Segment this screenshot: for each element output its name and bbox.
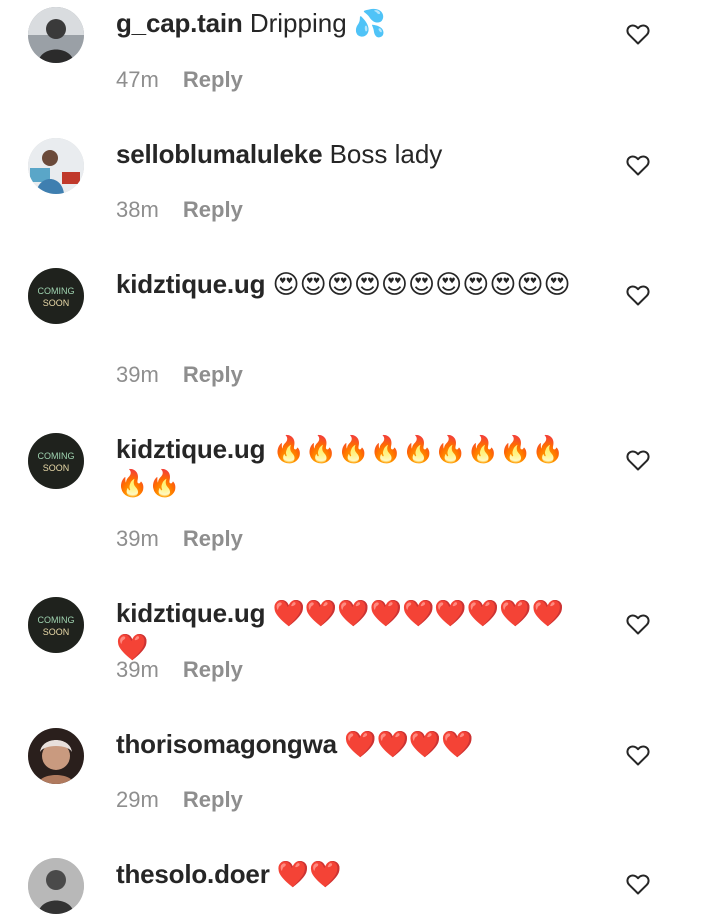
comment-body: kidztique.ug ❤️❤️❤️❤️❤️❤️❤️❤️❤️❤️ <box>116 596 596 664</box>
comment-text: ❤️❤️❤️❤️ <box>344 729 474 759</box>
comment-username[interactable]: kidztique.ug <box>116 269 265 299</box>
avatar-label: SOON <box>43 463 70 473</box>
like-heart-icon[interactable] <box>626 23 650 45</box>
comment-body: thorisomagongwa ❤️❤️❤️❤️ <box>116 727 596 761</box>
comment-time: 39m <box>116 362 159 387</box>
avatar[interactable]: COMING SOON <box>28 597 84 653</box>
comment-time: 47m <box>116 67 159 92</box>
user-avatar-icon <box>28 728 84 784</box>
reply-button[interactable]: Reply <box>183 362 243 387</box>
coming-soon-avatar-icon: COMING SOON <box>28 433 84 489</box>
like-heart-icon[interactable] <box>626 154 650 176</box>
coming-soon-avatar-icon: COMING SOON <box>28 597 84 653</box>
comment-meta: 47m Reply <box>116 66 243 94</box>
comment-meta: 38m Reply <box>116 196 243 224</box>
comment-body: selloblumaluleke Boss lady <box>116 137 596 171</box>
avatar[interactable]: COMING SOON <box>28 268 84 324</box>
comment-text: Dripping 💦 <box>249 8 387 38</box>
comment-time: 39m <box>116 657 159 682</box>
comment-meta: 29m Reply <box>116 786 243 814</box>
comment-username[interactable]: thesolo.doer <box>116 859 270 889</box>
like-heart-icon[interactable] <box>626 284 650 306</box>
comment-time: 29m <box>116 787 159 812</box>
comment-body: thesolo.doer ❤️❤️ <box>116 857 596 891</box>
coming-soon-avatar-icon: COMING SOON <box>28 268 84 324</box>
reply-button[interactable]: Reply <box>183 657 243 682</box>
comment-username[interactable]: kidztique.ug <box>116 598 265 628</box>
avatar-label: COMING <box>38 615 75 625</box>
reply-button[interactable]: Reply <box>183 197 243 222</box>
like-heart-icon[interactable] <box>626 873 650 895</box>
avatar[interactable] <box>28 7 84 63</box>
comment-time: 38m <box>116 197 159 222</box>
comment-time: 39m <box>116 526 159 551</box>
comment-text: Boss lady <box>329 139 443 169</box>
comment-meta: 39m Reply <box>116 361 243 389</box>
user-avatar-icon <box>28 7 84 63</box>
avatar[interactable] <box>28 138 84 194</box>
comment-meta: 39m Reply <box>116 525 243 553</box>
comment-body: kidztique.ug 😍😍😍😍😍😍😍😍😍😍😍 <box>116 267 596 301</box>
avatar-label: COMING <box>38 286 75 296</box>
like-heart-icon[interactable] <box>626 449 650 471</box>
comment-username[interactable]: selloblumaluleke <box>116 139 323 169</box>
avatar-label: COMING <box>38 451 75 461</box>
comment-username[interactable]: kidztique.ug <box>116 434 265 464</box>
comment-body: g_cap.tain Dripping 💦 <box>116 6 596 40</box>
comment-username[interactable]: g_cap.tain <box>116 8 243 38</box>
avatar-label: SOON <box>43 627 70 637</box>
like-heart-icon[interactable] <box>626 744 650 766</box>
reply-button[interactable]: Reply <box>183 787 243 812</box>
avatar[interactable] <box>28 728 84 784</box>
user-avatar-icon <box>28 138 84 194</box>
comment-username[interactable]: thorisomagongwa <box>116 729 337 759</box>
reply-button[interactable]: Reply <box>183 67 243 92</box>
comment-text: 😍😍😍😍😍😍😍😍😍😍😍 <box>272 269 571 299</box>
reply-button[interactable]: Reply <box>183 526 243 551</box>
avatar-label: SOON <box>43 298 70 308</box>
comment-meta: 39m Reply <box>116 656 243 684</box>
like-heart-icon[interactable] <box>626 613 650 635</box>
comment-body: kidztique.ug 🔥🔥🔥🔥🔥🔥🔥🔥🔥🔥🔥 <box>116 432 596 500</box>
comment-text: ❤️❤️ <box>276 859 342 889</box>
avatar[interactable]: COMING SOON <box>28 433 84 489</box>
